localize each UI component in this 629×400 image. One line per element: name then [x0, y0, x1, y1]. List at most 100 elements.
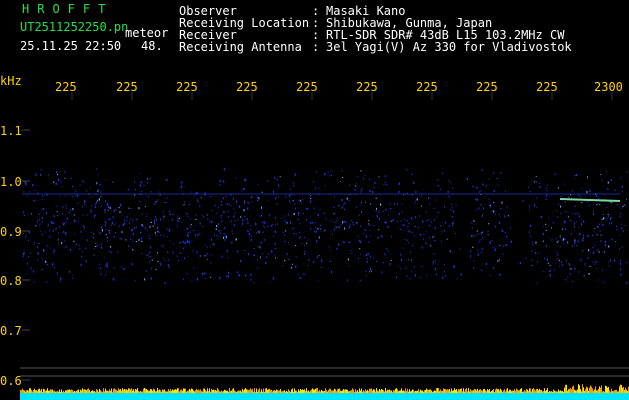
- level-bar: [71, 389, 72, 393]
- level-bar: [595, 386, 596, 393]
- level-bar: [477, 388, 478, 393]
- noise-pixel: [275, 257, 277, 259]
- noise-pixel: [159, 262, 161, 265]
- noise-pixel: [586, 191, 588, 193]
- noise-pixel: [134, 227, 136, 229]
- noise-pixel: [609, 218, 611, 220]
- noise-pixel: [405, 267, 407, 269]
- noise-pixel: [481, 231, 483, 233]
- level-bar: [531, 391, 532, 393]
- level-bar: [528, 390, 529, 393]
- noise-pixel: [434, 240, 436, 241]
- noise-pixel: [500, 172, 502, 174]
- noise-pixel: [554, 173, 556, 176]
- noise-pixel: [169, 211, 171, 213]
- level-bar: [170, 388, 171, 393]
- noise-pixel: [368, 220, 370, 222]
- noise-pixel: [327, 171, 329, 173]
- noise-pixel: [52, 229, 54, 232]
- noise-pixel: [187, 232, 189, 233]
- noise-pixel: [253, 254, 255, 257]
- level-bar: [373, 389, 374, 393]
- noise-pixel: [365, 235, 367, 238]
- noise-pixel: [608, 261, 610, 263]
- noise-pixel: [207, 218, 209, 220]
- noise-pixel: [608, 245, 610, 248]
- noise-pixel: [316, 230, 318, 232]
- noise-pixel: [342, 241, 344, 243]
- noise-pixel: [171, 218, 173, 221]
- noise-pixel: [500, 208, 502, 210]
- level-bar: [471, 390, 472, 393]
- noise-pixel: [349, 242, 351, 243]
- noise-pixel: [598, 223, 600, 225]
- noise-pixel: [300, 201, 302, 203]
- noise-pixel: [273, 235, 275, 237]
- noise-pixel: [51, 221, 53, 224]
- noise-pixel: [310, 221, 312, 224]
- level-bar: [287, 391, 288, 393]
- noise-pixel: [57, 174, 58, 176]
- noise-pixel: [360, 170, 362, 172]
- noise-pixel: [78, 220, 79, 222]
- level-bar: [401, 388, 402, 393]
- noise-pixel: [221, 255, 223, 258]
- noise-pixel: [75, 243, 77, 245]
- noise-pixel: [416, 198, 418, 201]
- level-bar: [120, 389, 121, 393]
- noise-pixel: [146, 181, 148, 183]
- noise-pixel: [239, 205, 241, 208]
- noise-pixel: [151, 267, 152, 269]
- level-bar: [66, 390, 67, 393]
- level-bar: [340, 390, 341, 393]
- noise-pixel: [294, 203, 296, 205]
- noise-pixel: [482, 214, 483, 216]
- noise-pixel: [389, 203, 391, 205]
- noise-pixel: [374, 181, 376, 184]
- noise-pixel: [306, 219, 308, 221]
- level-bar: [572, 386, 573, 393]
- level-bar: [281, 391, 282, 393]
- level-bar: [559, 391, 560, 393]
- noise-pixel: [60, 277, 62, 280]
- noise-pixel: [395, 276, 397, 279]
- level-bar: [390, 390, 391, 393]
- noise-pixel: [150, 277, 152, 280]
- noise-pixel: [218, 236, 220, 238]
- noise-pixel: [357, 175, 359, 177]
- noise-pixel: [315, 187, 316, 189]
- level-bar: [217, 388, 218, 393]
- noise-pixel: [575, 240, 577, 242]
- noise-pixel: [220, 233, 222, 234]
- noise-pixel: [172, 214, 174, 216]
- noise-pixel: [230, 205, 232, 207]
- noise-pixel: [574, 241, 576, 244]
- level-bar: [106, 390, 107, 393]
- noise-pixel: [104, 220, 106, 223]
- noise-pixel: [310, 200, 312, 203]
- noise-pixel: [83, 227, 85, 229]
- noise-pixel: [198, 201, 200, 203]
- noise-pixel: [105, 234, 107, 236]
- level-bar: [116, 389, 117, 393]
- noise-pixel: [615, 241, 617, 243]
- noise-pixel: [119, 211, 121, 213]
- noise-pixel: [284, 215, 286, 217]
- noise-pixel: [191, 191, 193, 193]
- level-bar: [48, 390, 49, 393]
- level-bar: [194, 391, 195, 393]
- level-bar: [448, 389, 449, 393]
- noise-pixel: [186, 227, 188, 230]
- level-bar: [110, 390, 111, 393]
- spectrogram-background: [0, 0, 629, 400]
- level-bar: [277, 389, 278, 393]
- noise-pixel: [142, 225, 144, 227]
- noise-pixel: [129, 222, 130, 224]
- level-bar: [75, 391, 76, 393]
- noise-pixel: [41, 217, 43, 220]
- noise-pixel: [196, 198, 198, 200]
- noise-pixel: [210, 262, 212, 264]
- level-bar: [225, 390, 226, 393]
- noise-pixel: [219, 184, 221, 186]
- noise-pixel: [117, 251, 119, 253]
